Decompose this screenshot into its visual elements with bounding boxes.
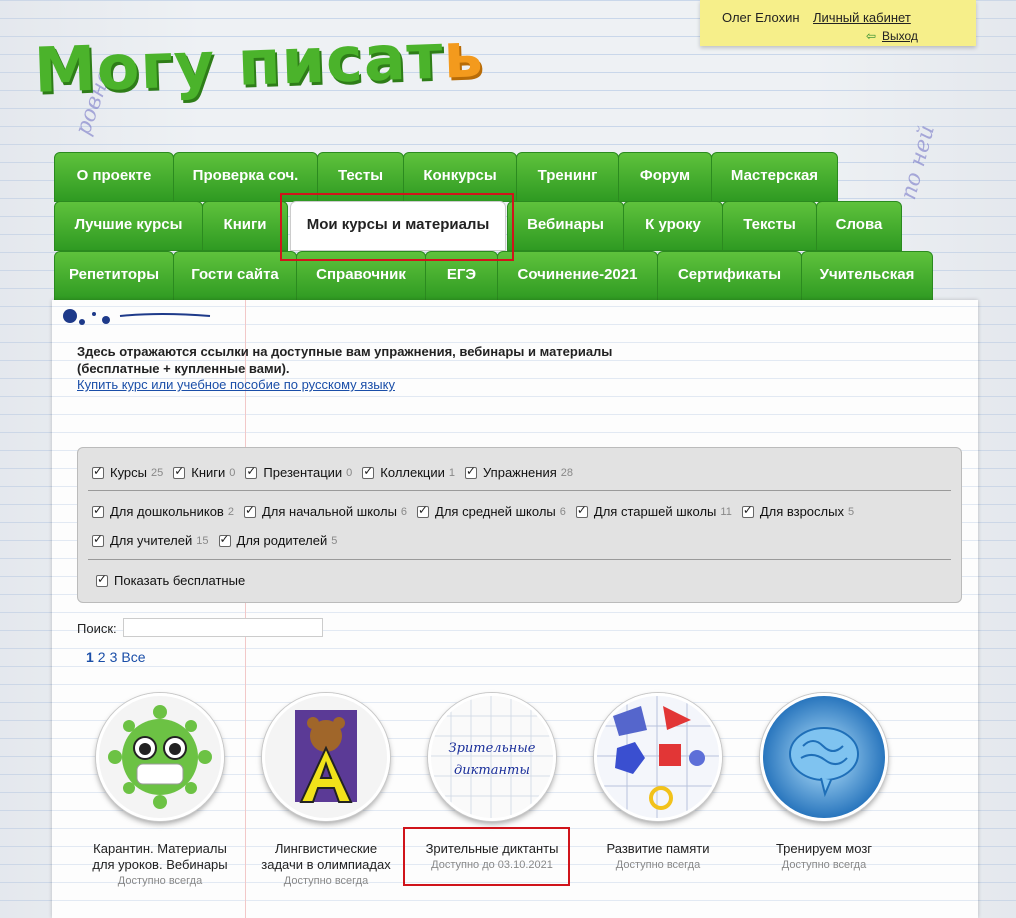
filter-primary-school[interactable]: Для начальной школы6: [243, 503, 407, 519]
tab-teachers-room[interactable]: Учительская: [801, 251, 933, 301]
logout-icon: ⇦: [866, 29, 877, 43]
course-availability: Доступно всегда: [117, 875, 203, 887]
ink-splash-icon: [63, 309, 211, 325]
active-tab-highlight: [280, 193, 514, 261]
filter-parents[interactable]: Для родителей5: [218, 532, 337, 548]
tab-texts[interactable]: Тексты: [722, 201, 817, 251]
filter-presentations[interactable]: Презентации0: [245, 464, 352, 480]
search-label: Поиск:: [77, 621, 117, 636]
image-caption-2: диктанты: [454, 763, 530, 778]
course-image-dictation-icon[interactable]: Зрительные диктанты: [428, 693, 556, 821]
filter-adults[interactable]: Для взрослых5: [741, 503, 854, 519]
page-link-all[interactable]: Все: [121, 649, 145, 665]
filter-audience-row-2: Для учителей15 Для родителей5: [92, 532, 347, 548]
tab-workshop[interactable]: Мастерская: [711, 152, 838, 202]
tab-books[interactable]: Книги: [202, 201, 288, 251]
filter-middle-school[interactable]: Для средней школы6: [417, 503, 566, 519]
checkbox[interactable]: [96, 572, 108, 587]
filter-collections[interactable]: Коллекции1: [362, 464, 455, 480]
filter-courses[interactable]: Курсы25: [92, 464, 163, 480]
pagination: 1 2 3 Все: [86, 649, 150, 665]
checkbox[interactable]: [465, 464, 477, 479]
search-input[interactable]: [123, 618, 323, 637]
checkbox[interactable]: [218, 532, 231, 547]
filter-free-row: Показать бесплатные: [96, 572, 255, 588]
user-name: Олег Елохин: [722, 10, 800, 25]
tab-forum[interactable]: Форум: [618, 152, 712, 202]
tab-about[interactable]: О проекте: [54, 152, 174, 202]
course-image-shapes-icon[interactable]: [594, 693, 722, 821]
checkbox[interactable]: [173, 464, 186, 479]
checkbox[interactable]: [362, 464, 375, 479]
course-availability: Доступно всегда: [781, 859, 867, 871]
course-image-bear-letter-icon[interactable]: [262, 693, 390, 821]
filter-teachers[interactable]: Для учителей15: [92, 532, 209, 548]
filter-exercises[interactable]: Упражнения28: [465, 464, 573, 480]
checkbox[interactable]: [92, 532, 104, 547]
filter-audience-row-1: Для дошкольников2 Для начальной школы6 Д…: [92, 503, 864, 519]
course-image-brain-icon[interactable]: [760, 693, 888, 821]
course-card-linguistic[interactable]: Лингвистические задачи в олимпиадах Досту…: [243, 693, 409, 887]
course-title[interactable]: Лингвистические задачи в олимпиадах: [243, 841, 409, 873]
course-availability: Доступно всегда: [283, 875, 369, 887]
course-title[interactable]: Карантин. Материалы для уроков. Вебинары: [77, 841, 243, 873]
tab-guests[interactable]: Гости сайта: [173, 251, 297, 301]
tab-webinars[interactable]: Вебинары: [507, 201, 624, 251]
page-link-3[interactable]: 3: [110, 649, 118, 665]
intro-text: Здесь отражаются ссылки на доступные вам…: [77, 343, 612, 377]
image-caption-1: Зрительные: [448, 741, 535, 756]
checkbox[interactable]: [741, 503, 754, 518]
tab-essay-2021[interactable]: Сочинение-2021: [497, 251, 658, 301]
filter-preschool[interactable]: Для дошкольников2: [92, 503, 234, 519]
cabinet-link[interactable]: Личный кабинет: [813, 10, 911, 25]
buy-course-link[interactable]: Купить курс или учебное пособие по русск…: [77, 377, 395, 392]
course-availability: Доступно всегда: [615, 859, 701, 871]
tab-certificates[interactable]: Сертификаты: [657, 251, 802, 301]
page-link-1[interactable]: 1: [86, 649, 94, 665]
intro-line-2: (бесплатные + купленные вами).: [77, 361, 290, 376]
intro-line-1: Здесь отражаются ссылки на доступные вам…: [77, 344, 613, 359]
logout-link[interactable]: ⇦ Выход: [866, 29, 918, 43]
course-title[interactable]: Развитие памяти: [575, 841, 741, 857]
checkbox[interactable]: [92, 503, 104, 518]
filter-divider: [88, 490, 951, 491]
filter-panel: Курсы25 Книги0 Презентации0 Коллекции1 У…: [77, 447, 962, 603]
tab-to-lesson[interactable]: К уроку: [623, 201, 723, 251]
checkbox[interactable]: [243, 503, 256, 518]
course-card-brain[interactable]: Тренируем мозг Доступно всегда: [741, 693, 907, 871]
course-card-memory[interactable]: Развитие памяти Доступно всегда: [575, 693, 741, 871]
tab-training[interactable]: Тренинг: [516, 152, 619, 202]
checkbox[interactable]: [417, 503, 430, 518]
course-card-quarantine[interactable]: Карантин. Материалы для уроков. Вебинары …: [77, 693, 243, 887]
user-panel: Олег Елохин Личный кабинет ⇦ Выход: [700, 0, 976, 46]
filter-divider: [88, 559, 951, 560]
course-image-virus-icon[interactable]: [96, 693, 224, 821]
tab-best-courses[interactable]: Лучшие курсы: [54, 201, 203, 251]
checkbox[interactable]: [575, 503, 588, 518]
tab-tutors[interactable]: Репетиторы: [54, 251, 174, 301]
filter-types-row: Курсы25 Книги0 Презентации0 Коллекции1 У…: [92, 464, 583, 480]
checkbox[interactable]: [245, 464, 258, 479]
filter-show-free[interactable]: Показать бесплатные: [96, 572, 245, 588]
checkbox[interactable]: [92, 464, 104, 479]
filter-high-school[interactable]: Для старшей школы11: [575, 503, 732, 519]
page-link-2[interactable]: 2: [98, 649, 106, 665]
course-title[interactable]: Тренируем мозг: [741, 841, 907, 857]
card-highlight: [403, 827, 570, 886]
filter-books[interactable]: Книги0: [173, 464, 235, 480]
tab-words[interactable]: Слова: [816, 201, 902, 251]
